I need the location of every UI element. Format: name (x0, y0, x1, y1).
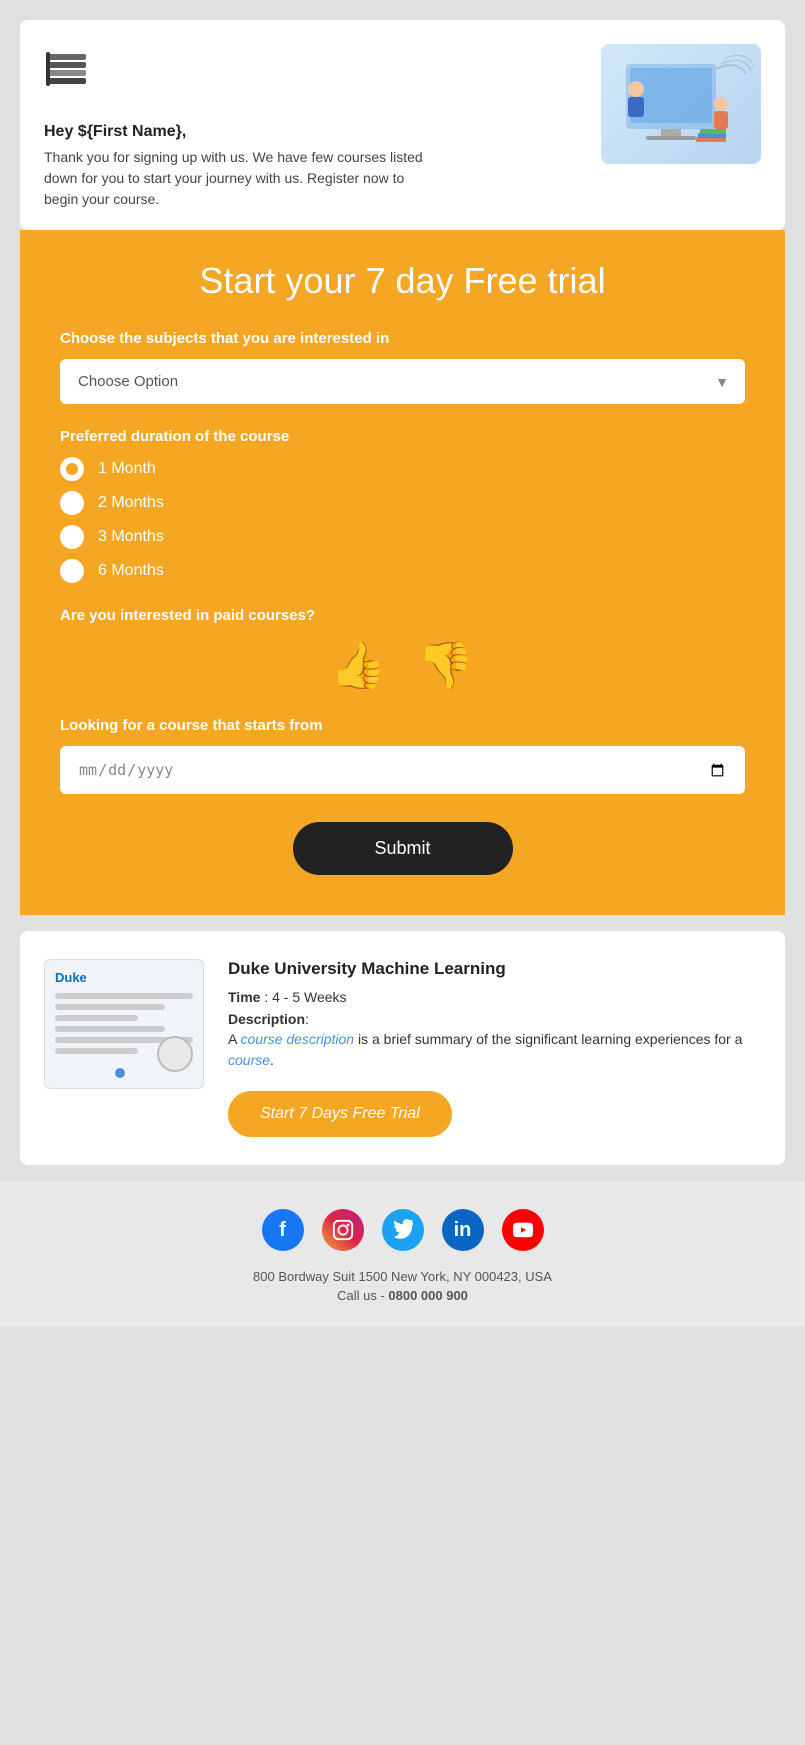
radio-option-2months[interactable]: 2 Months (60, 491, 745, 515)
radio-option-3months[interactable]: 3 Months (60, 525, 745, 549)
radio-circle-6months (60, 559, 84, 583)
time-label: Time (228, 989, 260, 1005)
duration-radio-group: 1 Month 2 Months 3 Months 6 Months (60, 457, 745, 583)
twitter-icon[interactable] (382, 1209, 424, 1251)
radio-label-2months: 2 Months (98, 494, 164, 512)
subject-select[interactable]: Choose Option (60, 359, 745, 404)
call-prefix: Call us - (337, 1288, 385, 1303)
description-colon: : (305, 1011, 309, 1027)
subject-select-wrapper: Choose Option ▼ (60, 359, 745, 404)
course-description-section: Description: A course description is a b… (228, 1011, 761, 1071)
logo-icon (44, 44, 424, 103)
radio-option-6months[interactable]: 6 Months (60, 559, 745, 583)
footer-phone: Call us - 0800 000 900 (0, 1288, 805, 1303)
header-illustration (601, 44, 761, 164)
radio-circle-1month (60, 457, 84, 481)
youtube-icon[interactable] (502, 1209, 544, 1251)
radio-label-1month: 1 Month (98, 460, 156, 478)
course-time: Time : 4 - 5 Weeks (228, 989, 761, 1005)
greeting-bold: Hey ${First Name}, (44, 123, 424, 141)
greeting-text: Thank you for signing up with us. We hav… (44, 147, 424, 210)
social-icons-row: f in (0, 1209, 805, 1251)
subject-label: Choose the subjects that you are interes… (60, 330, 745, 347)
course-start-label: Looking for a course that starts from (60, 717, 745, 734)
duke-logo: Duke (55, 970, 87, 985)
date-input[interactable] (60, 746, 745, 794)
radio-circle-2months (60, 491, 84, 515)
trial-button[interactable]: Start 7 Days Free Trial (228, 1091, 452, 1137)
course-info: Duke University Machine Learning Time : … (228, 959, 761, 1137)
radio-circle-3months (60, 525, 84, 549)
radio-label-3months: 3 Months (98, 528, 164, 546)
course-title: Duke University Machine Learning (228, 959, 761, 979)
course-thumbnail: Duke (44, 959, 204, 1089)
thumbs-up-icon[interactable]: 👍 (330, 638, 387, 693)
thumbs-down-icon[interactable]: 👎 (418, 638, 475, 693)
footer: f in 800 Bordway Suit 1 (0, 1181, 805, 1327)
description-label: Description (228, 1011, 305, 1027)
duration-label: Preferred duration of the course (60, 428, 745, 445)
trial-title: Start your 7 day Free trial (60, 260, 745, 302)
thumb-dot (115, 1068, 125, 1078)
facebook-icon[interactable]: f (262, 1209, 304, 1251)
instagram-icon[interactable] (322, 1209, 364, 1251)
radio-label-6months: 6 Months (98, 562, 164, 580)
submit-button[interactable]: Submit (293, 822, 513, 875)
paid-courses-label: Are you interested in paid courses? (60, 607, 745, 624)
thumb-badge (157, 1036, 193, 1072)
time-value: 4 - 5 Weeks (272, 989, 346, 1005)
footer-address: 800 Bordway Suit 1500 New York, NY 00042… (0, 1269, 805, 1284)
radio-option-1month[interactable]: 1 Month (60, 457, 745, 481)
time-colon: : (264, 989, 272, 1005)
thumbs-row: 👍 👎 (60, 638, 745, 693)
course-description-text: A course description is a brief summary … (228, 1029, 761, 1071)
linkedin-icon[interactable]: in (442, 1209, 484, 1251)
trial-btn-row: Start 7 Days Free Trial (228, 1091, 761, 1137)
phone-number: 0800 000 900 (388, 1288, 468, 1303)
